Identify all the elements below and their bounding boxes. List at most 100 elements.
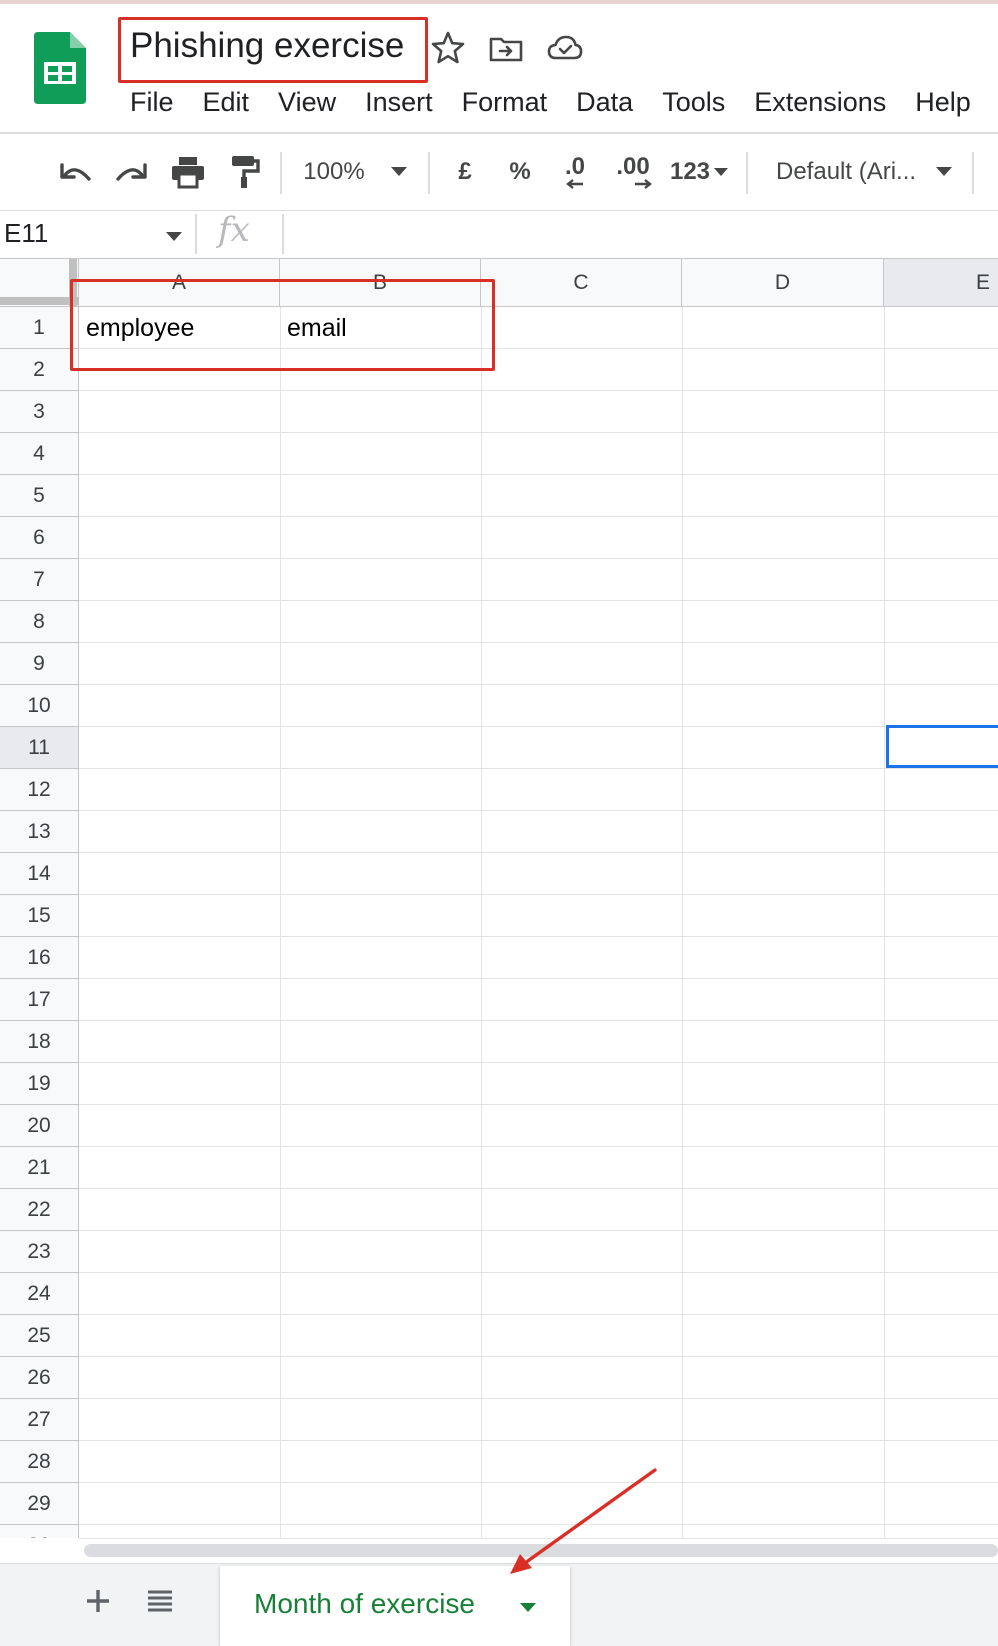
fx-icon: fx bbox=[218, 210, 250, 250]
menu-edit[interactable]: Edit bbox=[203, 84, 250, 120]
row-header-11[interactable]: 11 bbox=[0, 727, 79, 769]
row-header-6[interactable]: 6 bbox=[0, 517, 79, 559]
row-gridline bbox=[79, 810, 998, 811]
row-header-21[interactable]: 21 bbox=[0, 1147, 79, 1189]
row-header-7[interactable]: 7 bbox=[0, 559, 79, 601]
menu-view[interactable]: View bbox=[278, 84, 336, 120]
add-sheet-icon[interactable] bbox=[82, 1585, 114, 1617]
increase-decimal-label: .00 bbox=[616, 153, 650, 180]
column-gridline bbox=[280, 307, 281, 1538]
zoom-select[interactable]: 100% bbox=[300, 152, 410, 192]
sheets-logo-icon[interactable] bbox=[34, 32, 86, 104]
zoom-caret-icon bbox=[390, 167, 407, 176]
row-header-5[interactable]: 5 bbox=[0, 475, 79, 517]
decrease-decimal-label: .0 bbox=[564, 153, 585, 180]
column-gridline bbox=[884, 307, 885, 1538]
menu-tools[interactable]: Tools bbox=[662, 84, 725, 120]
font-family-select[interactable]: Default (Ari... bbox=[776, 152, 958, 192]
row-header-24[interactable]: 24 bbox=[0, 1273, 79, 1315]
increase-decimal-button[interactable]: .00 bbox=[608, 152, 658, 192]
sheet-tab-caret-icon[interactable] bbox=[520, 1603, 536, 1613]
frozen-row-handle[interactable] bbox=[0, 297, 79, 305]
row-header-14[interactable]: 14 bbox=[0, 853, 79, 895]
row-gridline bbox=[79, 1356, 998, 1357]
row-gridline bbox=[79, 1272, 998, 1273]
row-gridline bbox=[79, 852, 998, 853]
menu-help[interactable]: Help bbox=[915, 84, 971, 120]
row-header-12[interactable]: 12 bbox=[0, 769, 79, 811]
all-sheets-icon[interactable] bbox=[144, 1586, 176, 1616]
row-header-29[interactable]: 29 bbox=[0, 1483, 79, 1525]
row-gridline bbox=[79, 1188, 998, 1189]
row-gridline bbox=[79, 1020, 998, 1021]
menu-bar: File Edit View Insert Format Data Tools … bbox=[130, 84, 998, 120]
title-annotation-box bbox=[118, 17, 428, 83]
undo-icon[interactable] bbox=[54, 152, 98, 192]
menu-extensions[interactable]: Extensions bbox=[754, 84, 886, 120]
row-header-17[interactable]: 17 bbox=[0, 979, 79, 1021]
percent-format-button[interactable]: % bbox=[502, 152, 538, 192]
decrease-decimal-button[interactable]: .0 bbox=[552, 152, 598, 192]
row-header-10[interactable]: 10 bbox=[0, 685, 79, 727]
row-header-25[interactable]: 25 bbox=[0, 1315, 79, 1357]
more-formats-button[interactable]: 123 bbox=[666, 152, 732, 192]
row-header-27[interactable]: 27 bbox=[0, 1399, 79, 1441]
row-header-26[interactable]: 26 bbox=[0, 1357, 79, 1399]
spreadsheet-grid[interactable]: A B C D E 1 2 3 4 5 6 7 8 9 10 11 12 13 14 15 16 17 18 19 2… bbox=[0, 258, 998, 1538]
row-header-1[interactable]: 1 bbox=[0, 307, 79, 349]
row-header-2[interactable]: 2 bbox=[0, 349, 79, 391]
font-caret-icon bbox=[936, 167, 953, 176]
row-gridline bbox=[79, 432, 998, 433]
redo-icon[interactable] bbox=[109, 152, 153, 192]
move-to-folder-icon[interactable] bbox=[486, 28, 526, 68]
menu-data[interactable]: Data bbox=[576, 84, 633, 120]
row-gridline bbox=[79, 936, 998, 937]
row-header-16[interactable]: 16 bbox=[0, 937, 79, 979]
row-gridline bbox=[79, 600, 998, 601]
menu-format[interactable]: Format bbox=[462, 84, 548, 120]
column-header-d[interactable]: D bbox=[682, 259, 884, 307]
percent-label: % bbox=[509, 158, 531, 185]
formula-bar-divider bbox=[195, 214, 197, 254]
paint-format-icon[interactable] bbox=[222, 152, 266, 192]
menu-insert[interactable]: Insert bbox=[365, 84, 433, 120]
star-icon[interactable] bbox=[428, 28, 468, 68]
formula-input[interactable] bbox=[290, 214, 990, 254]
column-gridline bbox=[682, 307, 683, 1538]
menu-file[interactable]: File bbox=[130, 84, 174, 120]
name-box-caret-icon[interactable] bbox=[166, 232, 182, 242]
column-header-c[interactable]: C bbox=[481, 259, 682, 307]
more-formats-caret-icon bbox=[714, 167, 729, 176]
row-gridline bbox=[79, 684, 998, 685]
selected-cell-e11[interactable] bbox=[886, 725, 998, 768]
row-header-19[interactable]: 19 bbox=[0, 1063, 79, 1105]
row-header-28[interactable]: 28 bbox=[0, 1441, 79, 1483]
toolbar-divider bbox=[280, 152, 282, 194]
row-gridline bbox=[79, 474, 998, 475]
cloud-saved-icon[interactable] bbox=[545, 28, 585, 68]
column-gridline bbox=[481, 307, 482, 1538]
row-header-30[interactable]: 30 bbox=[0, 1525, 79, 1538]
row-header-3[interactable]: 3 bbox=[0, 391, 79, 433]
row-header-13[interactable]: 13 bbox=[0, 811, 79, 853]
row-gridline bbox=[79, 1230, 998, 1231]
column-header-e[interactable]: E bbox=[884, 259, 998, 307]
print-icon[interactable] bbox=[166, 152, 210, 192]
row-header-9[interactable]: 9 bbox=[0, 643, 79, 685]
row-header-15[interactable]: 15 bbox=[0, 895, 79, 937]
row-header-18[interactable]: 18 bbox=[0, 1021, 79, 1063]
zoom-value: 100% bbox=[303, 158, 365, 185]
row-gridline bbox=[79, 642, 998, 643]
row-gridline bbox=[79, 978, 998, 979]
row-gridline bbox=[79, 558, 998, 559]
more-formats-label: 123 bbox=[669, 158, 711, 185]
row-header-23[interactable]: 23 bbox=[0, 1231, 79, 1273]
font-family-value: Default (Ari... bbox=[776, 158, 917, 185]
row-header-20[interactable]: 20 bbox=[0, 1105, 79, 1147]
name-box[interactable]: E11 bbox=[4, 218, 48, 249]
row-header-4[interactable]: 4 bbox=[0, 433, 79, 475]
row-header-8[interactable]: 8 bbox=[0, 601, 79, 643]
row-header-22[interactable]: 22 bbox=[0, 1189, 79, 1231]
row-gridline bbox=[79, 894, 998, 895]
currency-format-button[interactable]: £ bbox=[448, 152, 482, 192]
